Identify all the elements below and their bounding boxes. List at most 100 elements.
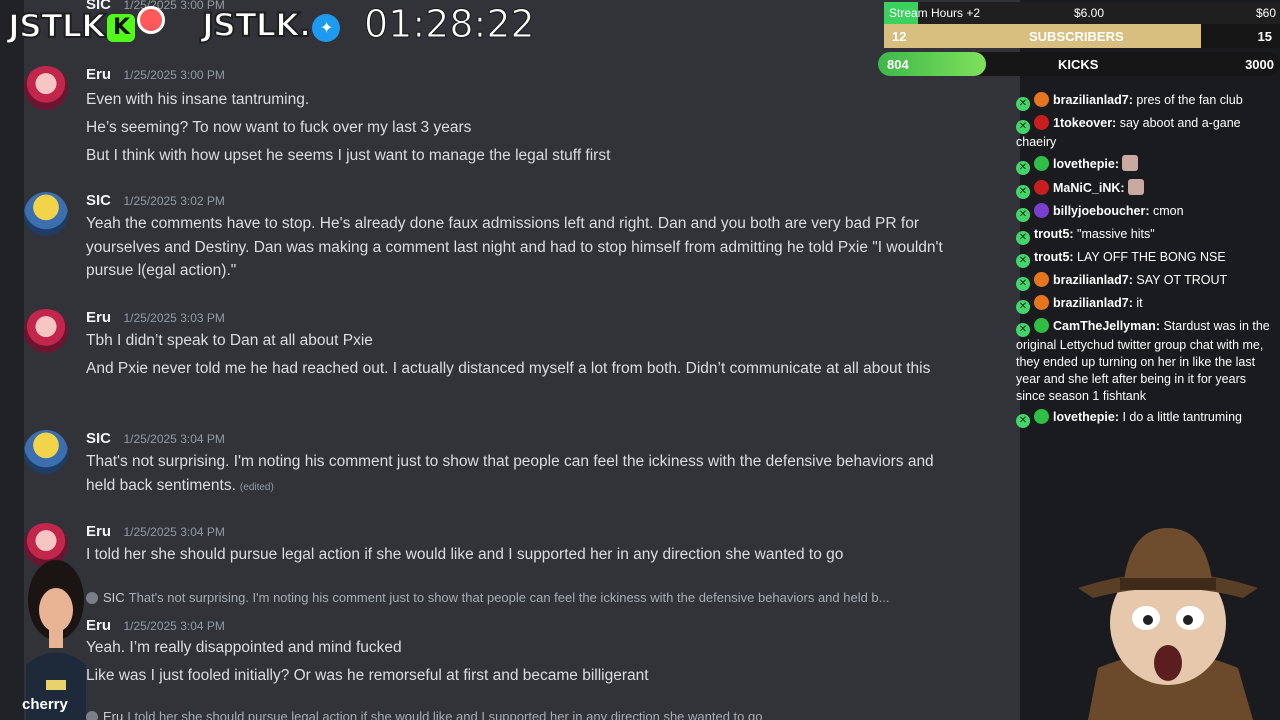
kicks-target: 3000 [1245,57,1274,72]
chat-message: ✕ MaNiC_iNK: [1014,177,1278,201]
brand-twitter: JSTLK. ✦ [201,5,341,46]
chat-message: ✕ 1tokeover: say aboot and a-gane chaeiry [1014,113,1278,153]
message-author[interactable]: Eru [86,309,111,326]
message-text: Yeah the comments have to stop. He's alr… [86,215,943,279]
emote-icon [1122,155,1139,171]
cam-name: cherry [22,696,68,713]
chat-username[interactable]: trout5: [1034,227,1074,241]
twitter-bird-icon: ✦ [312,14,341,42]
stream-overlay-header: JSTLK K JSTLK. ✦ 01:28:22 [0,0,880,52]
message-text: He’s seeming? To now want to fuck over m… [86,119,472,136]
reply-author: Eru [103,709,124,720]
message-author[interactable]: Eru [86,523,111,540]
chat-username[interactable]: brazilianlad7: [1053,93,1133,107]
chat-username[interactable]: CamTheJellyman: [1053,319,1160,333]
brand-text: JSTLK. [201,5,312,45]
chat-message: ✕ CamTheJellyman: Stardust was in the ori… [1014,316,1278,407]
chat-text: I do a little tantruming [1119,410,1242,424]
message-text: Like was I just fooled initially? Or was… [86,667,649,684]
chat-text: pres of the fan club [1132,93,1243,107]
moderator-badge-icon: ✕ [1016,97,1030,111]
reply-text: That's not surprising. I'm noting his co… [128,590,890,605]
user-badge-icon [1034,318,1049,333]
message-timestamp: 1/25/2025 3:00 PM [123,68,225,82]
message-timestamp: 1/25/2025 3:02 PM [123,194,225,208]
chat-text: it [1132,296,1143,310]
message-text-content: That's not surprising. I'm noting his co… [86,453,934,494]
stream-hours-current: $6.00 [1074,6,1105,20]
message-text: Tbh I didn’t speak to Dan at all about P… [86,332,373,349]
moderator-badge-icon: ✕ [1016,323,1030,337]
moderator-badge-icon: ✕ [1016,231,1030,245]
message-author[interactable]: SIC [86,430,111,447]
chat-message: ✕ billyjoeboucher: cmon [1014,201,1278,224]
message-header: Eru 1/25/2025 3:03 PM [86,309,225,327]
chat-message: ✕ brazilianlad7: it [1014,293,1278,316]
message-text: I told her she should pursue legal actio… [86,546,844,563]
kicks-label: KICKS [1058,57,1099,72]
avatar[interactable] [24,66,68,110]
message-author[interactable]: SIC [86,192,111,209]
message-text: But I think with how upset he seems I ju… [86,147,611,164]
brand-text: JSTLK [7,6,107,46]
message-header: SIC 1/25/2025 3:04 PM [86,430,225,448]
chat-text: cmon [1149,204,1184,218]
stream-timer: 01:28:22 [364,2,536,47]
kicks-current: 804 [887,57,909,72]
chat-username[interactable]: lovethepie: [1053,157,1119,171]
chat-text: SAY OT TROUT [1132,273,1228,287]
message-header: SIC 1/25/2025 3:02 PM [86,192,225,210]
subscribers-label: SUBSCRIBERS [1029,29,1124,44]
chat-message: ✕ trout5: "massive hits" [1014,224,1278,247]
user-badge-icon [1034,272,1049,287]
chat-username[interactable]: brazilianlad7: [1053,273,1133,287]
message-author[interactable]: Eru [86,66,111,83]
user-badge-icon [1034,295,1049,310]
avatar[interactable] [24,192,68,236]
message-timestamp: 1/25/2025 3:04 PM [123,525,225,539]
brand-kick: JSTLK K [7,6,165,46]
reply-reference[interactable]: Eru I told her she should pursue legal ac… [86,709,762,720]
user-badge-icon [1034,409,1049,424]
reply-author: SIC [103,590,125,605]
chat-text: "massive hits" [1073,227,1155,241]
chat-username[interactable]: billyjoeboucher: [1053,204,1150,218]
chat-message: ✕ brazilianlad7: pres of the fan club [1014,90,1278,113]
avatar[interactable] [24,309,68,353]
message-timestamp: 1/25/2025 3:04 PM [123,619,225,633]
message-header: Eru 1/25/2025 3:04 PM [86,523,225,541]
moderator-badge-icon: ✕ [1016,254,1030,268]
message-text: And Pxie never told me he had reached ou… [86,360,931,377]
message-timestamp: 1/25/2025 3:04 PM [123,432,225,446]
subscribers-goal: 12 SUBSCRIBERS 15 [884,24,1280,48]
chat-username[interactable]: lovethepie: [1053,410,1119,424]
emote-icon [1128,179,1145,195]
chat-text: say aboot and a-gane chaeiry [1016,116,1241,149]
moderator-badge-icon: ✕ [1016,185,1030,199]
moderator-badge-icon: ✕ [1016,414,1030,428]
kick-logo-icon: K [106,14,135,42]
chat-text: LAY OFF THE BONG NSE [1073,250,1226,264]
moderator-badge-icon: ✕ [1016,208,1030,222]
user-badge-icon [1034,180,1049,195]
chat-message: ✕ brazilianlad7: SAY OT TROUT [1014,270,1278,293]
kick-chat-overlay: ✕ brazilianlad7: pres of the fan club ✕ 1to… [1014,90,1278,430]
user-badge-icon [1034,203,1049,218]
user-badge-icon [1034,92,1049,107]
chat-username[interactable]: brazilianlad7: [1053,296,1133,310]
reply-text: I told her she should pursue legal actio… [127,709,763,720]
chat-message: ✕ lovethepie: [1014,153,1278,177]
chat-message: ✕ lovethepie: I do a little tantruming [1014,407,1278,430]
record-icon [136,6,165,34]
message-timestamp: 1/25/2025 3:03 PM [123,311,225,325]
chat-username[interactable]: 1tokeover: [1053,116,1116,130]
stream-hours-label: Stream Hours +2 [889,6,981,20]
user-badge-icon [1034,156,1049,171]
moderator-badge-icon: ✕ [1016,277,1030,291]
reply-reference[interactable]: SIC That's not surprising. I'm noting his… [86,590,890,605]
moderator-badge-icon: ✕ [1016,300,1030,314]
chat-username[interactable]: MaNiC_iNK: [1053,181,1125,195]
chat-username[interactable]: trout5: [1034,250,1074,264]
avatar[interactable] [24,430,68,474]
moderator-badge-icon: ✕ [1016,120,1030,134]
